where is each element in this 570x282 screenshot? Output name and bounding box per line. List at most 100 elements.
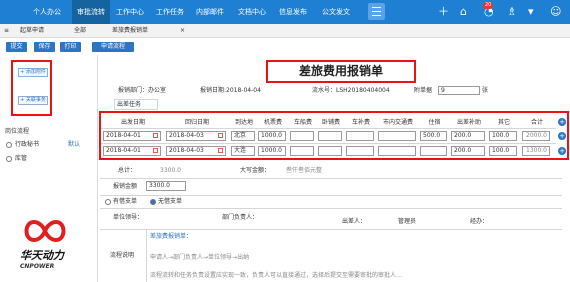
user-icon[interactable]: ☺ xyxy=(550,5,561,19)
add-attachment-button[interactable]: + 添加附件 xyxy=(18,68,48,77)
add-row-plus-icon[interactable]: + xyxy=(558,147,566,155)
table-cell-input[interactable] xyxy=(378,146,416,156)
attach-label: 附单据 xyxy=(414,87,433,94)
table-cell-input[interactable]: 200.0 xyxy=(451,131,485,141)
tab-all[interactable]: 全部 xyxy=(74,27,86,35)
tab-draft-apply[interactable]: 起草申请 xyxy=(20,27,44,35)
top-nav-bar: 个人办公 审批流转 工作中心 工作任务 内部邮件 文档中心 信息发布 公文发文 … xyxy=(0,0,570,24)
divider xyxy=(100,208,562,209)
table-cell-input[interactable]: 100.0 xyxy=(489,146,517,156)
save-button[interactable]: 保存 xyxy=(34,42,55,52)
column-header: 卧铺费 xyxy=(321,119,340,126)
nav-info-release[interactable]: 信息发布 xyxy=(277,0,309,24)
amount-input[interactable]: 3300.0 xyxy=(146,181,186,191)
form-title: 差旅费用报销单 xyxy=(266,60,416,83)
flow-desc-line1: 申请人→部门负责人→单位领导→出纳 xyxy=(150,254,250,261)
amount-label: 报销金额 xyxy=(113,183,138,190)
hat-icon[interactable]: ♗ xyxy=(507,5,517,19)
table-cell-input[interactable]: 2000.0 xyxy=(522,131,550,141)
table-cell-input[interactable] xyxy=(290,131,314,141)
flow-option-radio[interactable] xyxy=(6,142,12,148)
home-icon[interactable]: ⌂ xyxy=(460,5,467,19)
nav-approval-flow[interactable]: 审批流转 xyxy=(72,0,110,24)
dept-label: 报销部门：办公室 xyxy=(118,87,167,94)
total-upper-value: 叁仟叁佰元整 xyxy=(286,167,323,174)
table-cell-input[interactable] xyxy=(378,131,416,141)
table-cell-input[interactable]: 大连 xyxy=(231,146,255,156)
calendar-icon[interactable] xyxy=(218,133,223,138)
divider xyxy=(100,178,562,179)
storage-option-radio[interactable] xyxy=(6,156,12,162)
plus-icon[interactable]: ＋ xyxy=(438,5,449,19)
table-cell-input[interactable]: 2018-04-03 xyxy=(166,146,226,156)
shirt-icon[interactable]: ▾ xyxy=(528,5,534,19)
table-cell-input[interactable]: 100.0 xyxy=(489,131,517,141)
nav-work-center[interactable]: 工作中心 xyxy=(114,0,146,24)
no-borrow-radio[interactable] xyxy=(150,199,156,205)
logo-english-name: CNPOWER xyxy=(20,263,55,270)
column-header: 出差补助 xyxy=(456,119,481,126)
applicant-value: 管理员 xyxy=(398,218,417,225)
column-header: 到达地 xyxy=(234,119,253,126)
table-cell-input[interactable]: 500.0 xyxy=(420,131,447,141)
date-label: 报销日期:2018-04-04 xyxy=(200,87,261,94)
calendar-icon[interactable] xyxy=(218,148,223,153)
applicant-label: 出差人： xyxy=(342,218,367,225)
calendar-icon[interactable] xyxy=(153,148,158,153)
nav-document-center[interactable]: 文档中心 xyxy=(236,0,268,24)
table-cell-input[interactable]: 2018-04-03 xyxy=(166,131,226,141)
table-cell-input[interactable]: 1000.0 xyxy=(258,146,286,156)
table-grid-line xyxy=(101,143,556,144)
add-row-plus-icon[interactable]: + xyxy=(558,118,566,126)
column-header: 合计 xyxy=(530,119,543,126)
flow-option-label: 行政秘书 xyxy=(15,141,40,148)
table-cell-input[interactable] xyxy=(318,131,342,141)
print-button[interactable]: 打印 xyxy=(60,42,81,52)
table-cell-input[interactable] xyxy=(346,146,374,156)
table-grid-line xyxy=(101,128,556,129)
notification-badge: 20 xyxy=(483,2,494,9)
flow-default-link[interactable]: 默认 xyxy=(68,141,80,149)
nav-internal-mail[interactable]: 内部邮件 xyxy=(194,0,226,24)
table-cell-input[interactable]: 1300.0 xyxy=(522,146,550,156)
nav-work-tasks[interactable]: 工作任务 xyxy=(154,0,186,24)
tab-expense-form[interactable]: 差旅费报销单 xyxy=(112,27,148,35)
column-header: 机票费 xyxy=(263,119,282,126)
submit-button[interactable]: 提交 xyxy=(6,42,27,52)
table-cell-input[interactable] xyxy=(346,131,374,141)
table-cell-input[interactable]: 1000.0 xyxy=(258,131,286,141)
apply-flow-button[interactable]: 申请流程 xyxy=(92,42,134,52)
column-header: 回归日期 xyxy=(184,119,209,126)
divider xyxy=(100,195,562,196)
column-header: 车船费 xyxy=(293,119,312,126)
column-header: 住宿 xyxy=(428,119,441,126)
calendar-icon[interactable] xyxy=(153,133,158,138)
table-cell-input[interactable]: 200.0 xyxy=(451,146,485,156)
nav-official-docs[interactable]: 公文发文 xyxy=(320,0,352,24)
handler-label: 经办： xyxy=(470,218,489,225)
table-cell-input[interactable] xyxy=(318,146,342,156)
close-tab-icon[interactable]: × xyxy=(180,27,185,35)
flow-desc-title: 差旅费报销单： xyxy=(150,233,193,240)
link-affair-button[interactable]: + 关联事务 xyxy=(18,96,48,105)
company-logo xyxy=(24,219,66,243)
borrow-radio-label: 有借支单 xyxy=(113,198,138,205)
flow-desc-line2: 流程流转和任务负责设置应实现一致，负责人可以直接通过，选择后提交至需要审批的审批… xyxy=(150,272,403,279)
flow-desc-label: 流程说明 xyxy=(110,252,135,259)
table-cell-input[interactable]: 北京 xyxy=(231,131,255,141)
no-borrow-radio-label: 无借支单 xyxy=(158,198,183,205)
borrow-radio[interactable] xyxy=(105,199,111,205)
tab-bar: ≡ 起草申请 全部 差旅费报销单 × xyxy=(0,24,570,38)
nav-personal-office[interactable]: 个人办公 xyxy=(32,0,62,24)
attach-count-input[interactable]: 9 xyxy=(438,86,480,95)
add-row-plus-icon[interactable]: + xyxy=(558,132,566,140)
column-header: 市内交通费 xyxy=(382,119,413,126)
table-cell-input[interactable] xyxy=(290,146,314,156)
serial-label: 流水号：LSH20180404004 xyxy=(312,87,390,94)
menu-grid-icon[interactable] xyxy=(368,3,385,20)
table-cell-input[interactable] xyxy=(420,146,447,156)
total-value: 3300.0 xyxy=(160,167,181,174)
divider xyxy=(146,229,147,282)
total-label: 总计： xyxy=(118,167,137,174)
logo-chinese-name: 华天动力 xyxy=(20,249,64,262)
